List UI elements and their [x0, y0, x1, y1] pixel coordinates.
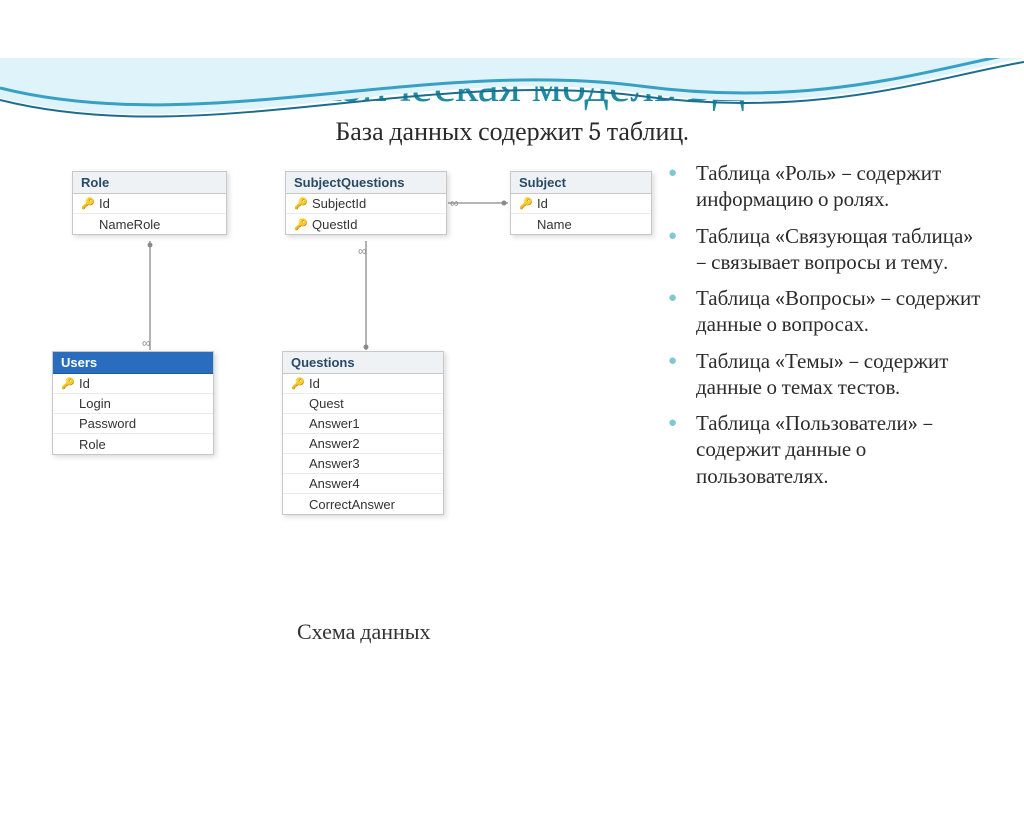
field-row: Role	[53, 434, 213, 454]
key-icon: 🔑	[61, 377, 75, 390]
diagram-caption: Схема данных	[297, 619, 431, 645]
key-icon: 🔑	[294, 197, 308, 210]
list-item: Таблица «Темы» – содержит данные о темах…	[690, 349, 984, 402]
svg-text:∞: ∞	[358, 244, 367, 258]
field-row: 🔑 Id	[283, 374, 443, 394]
table-header: Role	[73, 172, 226, 194]
field-row: 🔑 Id	[511, 194, 651, 214]
svg-text:∞: ∞	[450, 196, 459, 210]
field-row: Name	[511, 214, 651, 234]
table-header: SubjectQuestions	[286, 172, 446, 194]
field-row: Answer2	[283, 434, 443, 454]
field-label: Id	[309, 376, 320, 391]
table-header: Questions	[283, 352, 443, 374]
field-row: Password	[53, 414, 213, 434]
field-label: Quest	[309, 396, 344, 411]
table-subject: Subject 🔑 Id Name	[510, 171, 652, 235]
key-icon: 🔑	[291, 377, 305, 390]
field-row: Answer4	[283, 474, 443, 494]
field-label: SubjectId	[312, 196, 366, 211]
field-label: Answer1	[309, 416, 360, 431]
field-label: Id	[537, 196, 548, 211]
table-users: Users 🔑 Id Login Password Role	[52, 351, 214, 455]
table-questions: Questions 🔑 Id Quest Answer1 Answer2 Answ…	[282, 351, 444, 515]
table-role: Role 🔑 Id NameRole	[72, 171, 227, 235]
field-row: Answer1	[283, 414, 443, 434]
list-item: Таблица «Пользователи» – содержит данные…	[690, 411, 984, 490]
field-row: 🔑 QuestId	[286, 214, 446, 234]
list-item: Таблица «Связующая таблица» – связывает …	[690, 224, 984, 277]
field-label: Login	[79, 396, 111, 411]
field-label: Answer3	[309, 456, 360, 471]
description-list: Таблица «Роль» – содержит информацию о р…	[662, 161, 984, 651]
field-label: QuestId	[312, 217, 358, 232]
field-label: Password	[79, 416, 136, 431]
field-label: Id	[99, 196, 110, 211]
field-row: NameRole	[73, 214, 226, 234]
list-item: Таблица «Роль» – содержит информацию о р…	[690, 161, 984, 214]
field-row: 🔑 SubjectId	[286, 194, 446, 214]
field-label: Role	[79, 437, 106, 452]
key-icon: 🔑	[294, 218, 308, 231]
key-icon: 🔑	[519, 197, 533, 210]
field-label: Name	[537, 217, 572, 232]
field-row: Login	[53, 394, 213, 414]
table-header: Users	[53, 352, 213, 374]
page-title: Физическая модель БД	[0, 58, 1024, 113]
page-subtitle: База данных содержит 5 таблиц.	[0, 117, 1024, 147]
field-row: Quest	[283, 394, 443, 414]
list-item: Таблица «Вопросы» – содержит данные о во…	[690, 286, 984, 339]
field-label: CorrectAnswer	[309, 497, 395, 512]
key-icon: 🔑	[81, 197, 95, 210]
field-label: Answer2	[309, 436, 360, 451]
svg-text:∞: ∞	[142, 336, 151, 350]
db-diagram: ∞ ∞ ∞ Role 🔑Id NameRole SubjectQuestions…	[52, 161, 662, 651]
field-label: Answer4	[309, 476, 360, 491]
field-row: 🔑 Id	[73, 194, 226, 214]
table-header: Subject	[511, 172, 651, 194]
field-label: NameRole	[99, 217, 160, 232]
field-row: 🔑 Id	[53, 374, 213, 394]
field-label: Id	[79, 376, 90, 391]
field-row: Answer3	[283, 454, 443, 474]
field-row: CorrectAnswer	[283, 494, 443, 514]
table-subjectquestions: SubjectQuestions 🔑 SubjectId 🔑 QuestId	[285, 171, 447, 235]
